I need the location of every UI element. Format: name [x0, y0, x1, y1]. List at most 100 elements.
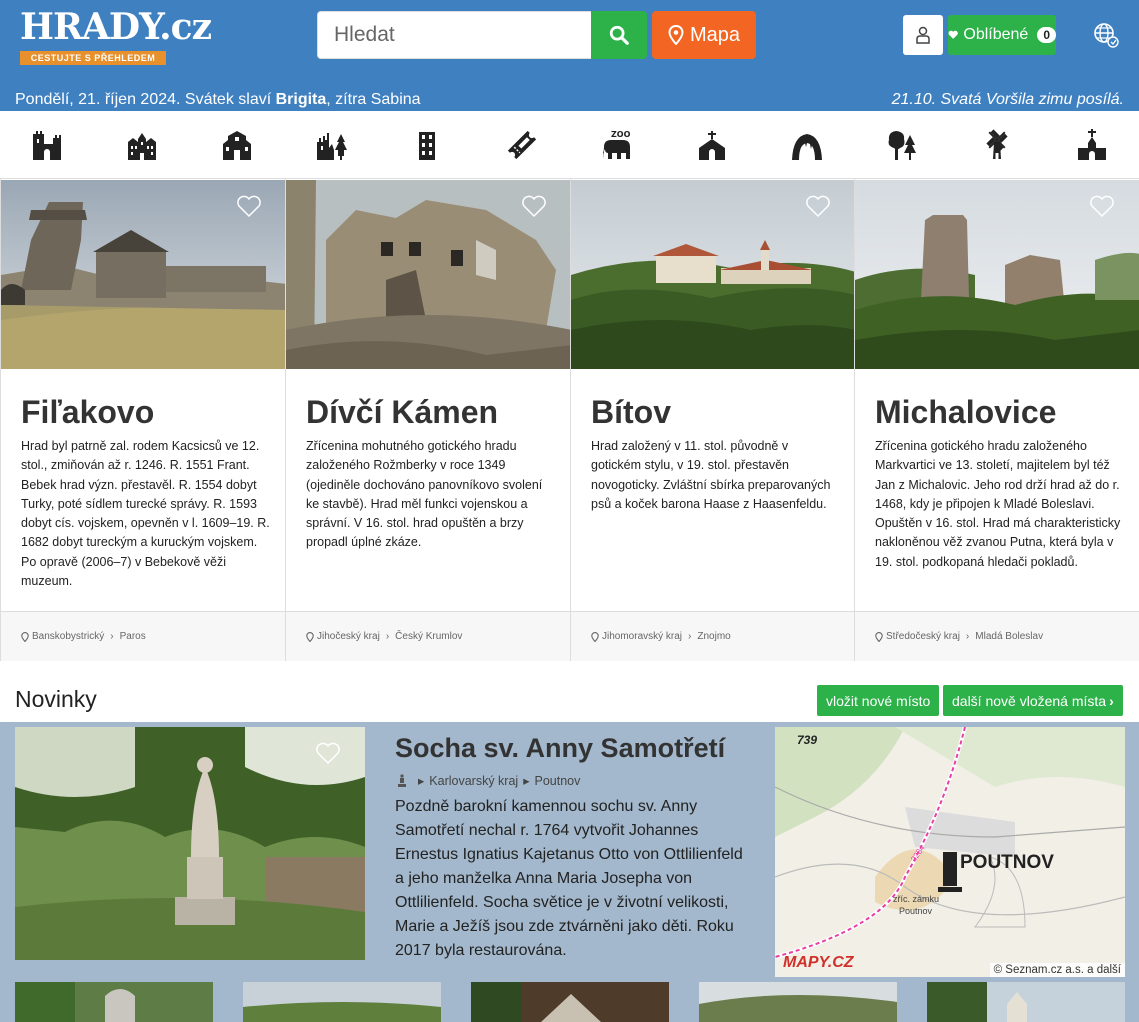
favorites-label: Oblíbené	[963, 26, 1029, 43]
place-photo[interactable]	[855, 180, 1139, 369]
search-input[interactable]	[317, 11, 592, 59]
news-thumbnail[interactable]	[471, 982, 669, 1022]
location-district[interactable]: Český Krumlov	[395, 631, 462, 642]
place-title[interactable]: Dívčí Kámen	[306, 394, 498, 431]
heart-outline-icon[interactable]	[1089, 194, 1115, 218]
place-location: Jihočeský kraj › Český Krumlov	[286, 611, 571, 661]
news-item-region[interactable]: Karlovarský kraj	[429, 774, 518, 788]
location-region[interactable]: Středočeský kraj	[886, 631, 960, 642]
chapel-icon	[699, 131, 725, 160]
globe-icon	[1094, 23, 1119, 48]
ruins-icon	[317, 133, 347, 160]
tower-icon	[419, 132, 435, 160]
location-pin-icon	[306, 631, 314, 642]
place-card[interactable]: Michalovice Zřícenina gotického hradu za…	[854, 179, 1139, 661]
category-castle[interactable]	[27, 125, 67, 165]
news-thumbnail[interactable]	[243, 982, 441, 1022]
map-elevation: 739	[797, 733, 818, 747]
location-region[interactable]: Banskobystrický	[32, 631, 104, 642]
category-cave[interactable]	[787, 125, 827, 165]
featured-places: Fiľakovo Hrad byl patrně zal. rodem Kacs…	[0, 179, 1139, 661]
chevron-right-icon: ›	[385, 631, 390, 642]
location-district[interactable]: Znojmo	[697, 631, 730, 642]
chevron-right-icon: ›	[965, 631, 970, 642]
church-icon	[1078, 129, 1106, 160]
category-chapel[interactable]	[692, 125, 732, 165]
category-windmill[interactable]	[977, 125, 1017, 165]
chevron-right-icon: ▸	[523, 774, 530, 788]
place-card[interactable]: Bítov Hrad založený v 11. stol. původně …	[570, 179, 855, 661]
news-item-place[interactable]: Poutnov	[534, 774, 580, 788]
news-photo[interactable]	[15, 727, 365, 960]
daily-proverb: 21.10. Svatá Voršila zimu posílá.	[891, 91, 1124, 108]
language-switch[interactable]	[1093, 22, 1119, 48]
chevron-right-icon: ▸	[418, 774, 425, 788]
category-ruins[interactable]	[312, 125, 352, 165]
logo-wordmark: HRADY.cz	[20, 6, 212, 48]
place-description: Hrad založený v 11. stol. původně v goti…	[591, 439, 831, 511]
category-tickets[interactable]	[502, 125, 542, 165]
favorites-count-badge: 0	[1037, 27, 1056, 43]
category-building[interactable]	[217, 125, 257, 165]
chevron-right-icon: ›	[688, 631, 692, 642]
location-pin-icon	[591, 631, 599, 642]
place-photo[interactable]	[1, 180, 286, 369]
location-region[interactable]: Jihočeský kraj	[317, 631, 380, 642]
user-login-button[interactable]	[903, 15, 943, 55]
place-title[interactable]: Fiľakovo	[21, 394, 154, 431]
nameday-today[interactable]: Brigita	[276, 91, 327, 108]
news-map[interactable]: 739 POUTNOV zříc. zámku Poutnov 2284 MAP…	[775, 727, 1125, 977]
category-chateau[interactable]	[122, 125, 162, 165]
more-new-places-button[interactable]: další nově vložená místa ›	[943, 685, 1123, 716]
windmill-icon	[986, 129, 1008, 159]
category-zoo[interactable]: ZOO	[597, 125, 637, 165]
cave-icon	[792, 134, 822, 160]
place-description: Zřícenina mohutného gotického hradu zalo…	[306, 439, 543, 550]
heart-outline-icon[interactable]	[805, 194, 831, 218]
news-item-description: Pozdně barokní kamennou sochu sv. Anny S…	[395, 798, 743, 959]
category-church[interactable]	[1072, 125, 1112, 165]
place-title[interactable]: Michalovice	[875, 394, 1056, 431]
place-photo[interactable]	[571, 180, 855, 369]
location-district[interactable]: Paros	[120, 631, 146, 642]
search-icon	[609, 25, 629, 45]
tree-icon	[888, 131, 916, 160]
place-location: Středočeský kraj › Mladá Boleslav	[855, 611, 1139, 661]
place-card[interactable]: Dívčí Kámen Zřícenina mohutného gotickéh…	[285, 179, 571, 661]
map-copyright[interactable]: © Seznam.cz a.s. a další	[989, 963, 1125, 977]
place-card[interactable]: Fiľakovo Hrad byl patrně zal. rodem Kacs…	[0, 179, 286, 661]
map-spot-sublabel: Poutnov	[899, 906, 933, 916]
news-thumbnail[interactable]	[15, 982, 213, 1022]
ticket-icon	[507, 130, 537, 160]
mapy-cz-logo[interactable]: MAPY.CZ	[783, 954, 854, 972]
heart-outline-icon[interactable]	[521, 194, 547, 218]
favorites-button[interactable]: Oblíbené 0	[948, 15, 1056, 55]
place-photo[interactable]	[286, 180, 571, 369]
chateau-icon	[128, 133, 156, 160]
heart-outline-icon[interactable]	[236, 194, 262, 218]
location-region[interactable]: Jihomoravský kraj	[602, 631, 682, 642]
heart-outline-icon[interactable]	[315, 741, 341, 765]
category-tower[interactable]	[407, 125, 447, 165]
search-button[interactable]	[591, 11, 647, 59]
news-thumbnail[interactable]	[927, 982, 1125, 1022]
logo-tagline: CESTUJTE S PŘEHLEDEM	[20, 51, 166, 65]
building-icon	[223, 131, 251, 160]
site-logo[interactable]: HRADY.cz CESTUJTE S PŘEHLEDEM	[20, 7, 212, 65]
news-item-breadcrumb: ▸ Karlovarský kraj ▸ Poutnov	[397, 773, 580, 788]
place-location: Banskobystrický › Paros	[1, 611, 286, 661]
more-new-places-label: další nově vložená místa	[952, 692, 1107, 709]
place-title[interactable]: Bítov	[591, 394, 671, 431]
top-header: HRADY.cz CESTUJTE S PŘEHLEDEM Mapa Oblíb…	[0, 0, 1139, 111]
user-icon	[916, 26, 930, 44]
add-place-button[interactable]: vložit nové místo	[817, 685, 940, 716]
date-nameday: Pondělí, 21. říjen 2024. Svátek slaví Br…	[15, 91, 421, 109]
location-district[interactable]: Mladá Boleslav	[975, 631, 1043, 642]
news-thumbnail[interactable]	[699, 982, 897, 1022]
category-nature[interactable]	[882, 125, 922, 165]
chevron-right-icon: ›	[1109, 692, 1114, 709]
news-item-title[interactable]: Socha sv. Anny Samotřetí	[395, 733, 725, 764]
map-button[interactable]: Mapa	[652, 11, 756, 59]
heart-icon	[948, 30, 958, 39]
map-button-label: Mapa	[689, 23, 741, 46]
